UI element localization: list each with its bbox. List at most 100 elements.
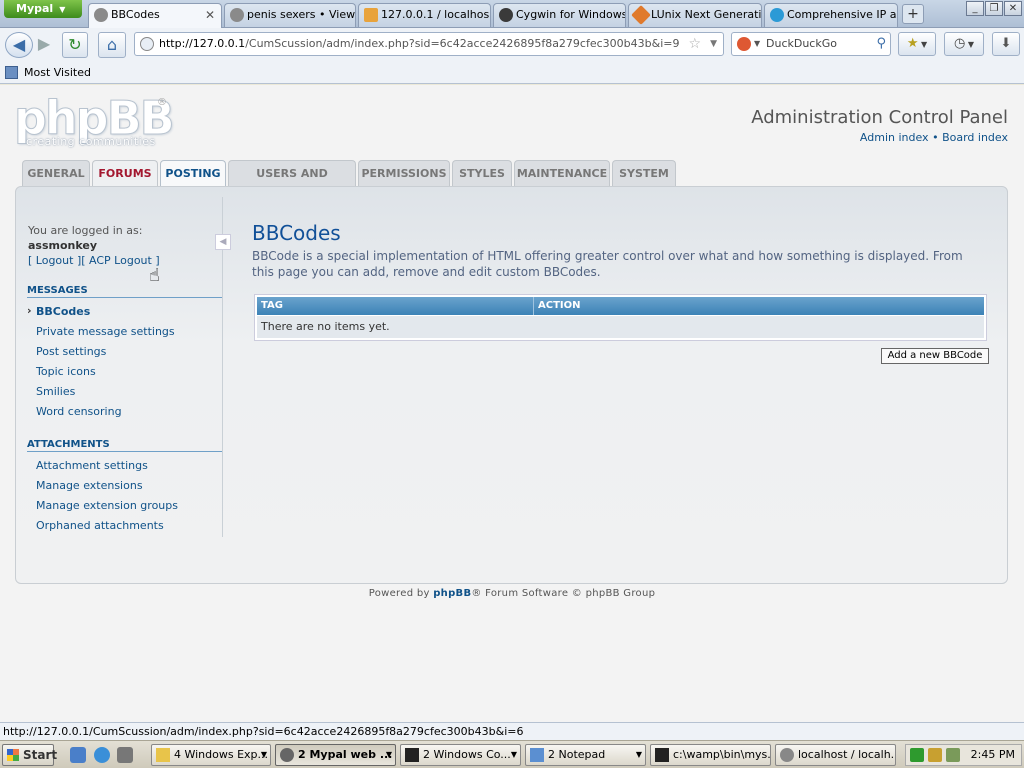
sidebar-item-manage-extensions[interactable]: Manage extensions	[36, 479, 143, 492]
browser-tab-bbcodes[interactable]: BBCodes ✕	[88, 3, 222, 28]
notepad-icon	[530, 748, 544, 762]
link-separator: •	[932, 131, 939, 144]
logout-link[interactable]: [ Logout ]	[28, 254, 81, 267]
taskbar-item-notepad[interactable]: 2 Notepad ▼	[525, 744, 646, 766]
task-label: 2 Notepad	[548, 748, 606, 761]
task-label: 2 Windows Co...	[423, 748, 511, 761]
start-button[interactable]: Start	[2, 744, 57, 766]
clock-icon: ◷	[953, 36, 966, 51]
back-button[interactable]: ◀	[5, 32, 33, 58]
chevron-down-icon[interactable]: ▼	[754, 33, 760, 55]
chevron-down-icon: ▼	[260, 750, 267, 759]
restore-icon[interactable]: ❐	[985, 1, 1003, 16]
taskbar-item-mysql-console[interactable]: c:\wamp\bin\mys...	[650, 744, 771, 766]
column-header-action: ACTION	[533, 297, 581, 315]
chevron-down-icon: ▼	[965, 40, 975, 49]
sidebar-item-private-message-settings[interactable]: Private message settings	[36, 325, 175, 338]
tab-maintenance[interactable]: MAINTENANCE	[514, 160, 610, 186]
browser-tab-label: BBCodes	[111, 8, 160, 21]
history-button[interactable]: ◷ ▼	[944, 32, 984, 56]
bookmarks-menu-button[interactable]: ★ ▼	[898, 32, 936, 56]
chevron-down-icon: ▼	[385, 750, 392, 759]
url-bar[interactable]: http://127.0.0.1/CumScussion/adm/index.p…	[134, 32, 724, 56]
chevron-down-icon: ▼	[510, 750, 517, 759]
search-icon[interactable]: ⚲	[876, 33, 886, 55]
taskbar-item-mypal[interactable]: 2 Mypal web ... ▼	[275, 744, 396, 766]
globe-icon	[94, 8, 108, 22]
bbcodes-table: TAG ACTION There are no items yet.	[254, 294, 987, 341]
globe-icon	[230, 8, 244, 22]
tab-forums[interactable]: FORUMS	[92, 160, 158, 186]
column-header-tag: TAG	[261, 300, 283, 311]
page-title: BBCodes	[252, 221, 341, 245]
search-placeholder: DuckDuckGo	[766, 37, 837, 50]
collapse-sidebar-icon[interactable]: ◀	[215, 234, 231, 250]
minimize-icon[interactable]: _	[966, 1, 984, 16]
table-empty-row: There are no items yet.	[257, 316, 984, 338]
bookmark-star-icon: ★	[906, 36, 919, 51]
chevron-down-icon[interactable]: ▼	[710, 33, 717, 55]
clock: 2:45 PM	[970, 748, 1015, 761]
tray-app-icon[interactable]	[910, 748, 924, 762]
mypal-icon	[280, 748, 294, 762]
task-label: 4 Windows Exp...	[174, 748, 269, 761]
reload-button[interactable]: ↻	[62, 32, 88, 58]
app-menu-button[interactable]: Mypal ▼	[4, 0, 82, 18]
browser-tab[interactable]: LUnix Next Generati...	[628, 3, 762, 27]
taskbar-item-windows-console[interactable]: 2 Windows Co... ▼	[400, 744, 521, 766]
home-button[interactable]: ⌂	[98, 32, 126, 58]
bookmark-star-icon[interactable]: ☆	[688, 33, 701, 55]
tray-volume-icon[interactable]	[946, 748, 960, 762]
sidebar-item-bbcodes[interactable]: BBCodes	[27, 304, 90, 318]
sidebar-item-manage-extension-groups[interactable]: Manage extension groups	[36, 499, 178, 512]
forward-button[interactable]: ▶	[35, 32, 53, 58]
downloads-button[interactable]: ⬇	[992, 32, 1020, 56]
bookmark-folder-icon	[5, 66, 18, 79]
phpbb-logo[interactable]: phpBB ® creating communities	[14, 95, 176, 151]
taskbar-item-windows-explorer[interactable]: 4 Windows Exp... ▼	[151, 744, 271, 766]
board-index-link[interactable]: Board index	[942, 131, 1008, 144]
console-icon	[655, 748, 669, 762]
tab-general[interactable]: GENERAL	[22, 160, 90, 186]
tab-posting[interactable]: POSTING	[160, 160, 226, 187]
page-content: phpBB ® creating communities Administrat…	[0, 85, 1024, 722]
chevron-down-icon: ▼	[635, 750, 642, 759]
sidebar-item-orphaned-attachments[interactable]: Orphaned attachments	[36, 519, 164, 532]
browser-tab-label: LUnix Next Generati...	[651, 8, 762, 21]
acp-panel: You are logged in as: assmonkey [ Logout…	[15, 186, 1008, 584]
quicklaunch-explorer-icon[interactable]	[70, 747, 86, 763]
sidebar-item-topic-icons[interactable]: Topic icons	[36, 365, 96, 378]
browser-tab[interactable]: penis sexers • View ...	[224, 3, 356, 27]
sidebar-item-post-settings[interactable]: Post settings	[36, 345, 106, 358]
task-label: c:\wamp\bin\mys...	[673, 748, 771, 761]
search-bar[interactable]: ▼ DuckDuckGo ⚲	[731, 32, 891, 56]
quicklaunch-ie-icon[interactable]	[94, 747, 110, 763]
acp-logout-link[interactable]: [ ACP Logout ]	[81, 254, 159, 267]
browser-tab[interactable]: Cygwin for Windows...	[493, 3, 626, 27]
sidebar-item-attachment-settings[interactable]: Attachment settings	[36, 459, 148, 472]
new-tab-button[interactable]: +	[902, 4, 924, 24]
tab-styles[interactable]: STYLES	[452, 160, 512, 186]
tab-users-and-groups[interactable]: USERS AND GROUPS	[228, 160, 356, 206]
menu-heading-attachments: ATTACHMENTS	[27, 439, 222, 452]
sidebar-item-smilies[interactable]: Smilies	[36, 385, 75, 398]
tab-system[interactable]: SYSTEM	[612, 160, 676, 186]
bookmark-most-visited[interactable]: Most Visited	[24, 66, 91, 79]
home-icon: ⌂	[106, 35, 118, 54]
add-bbcode-button[interactable]: Add a new BBCode	[881, 348, 989, 364]
close-window-icon[interactable]: ✕	[1004, 1, 1022, 16]
arrow-left-icon: ◀	[12, 35, 26, 54]
admin-index-link[interactable]: Admin index	[860, 131, 929, 144]
taskbar-item-localhost[interactable]: localhost / localh...	[775, 744, 896, 766]
browser-tab[interactable]: 127.0.0.1 / localhos...	[358, 3, 491, 27]
tab-permissions[interactable]: PERMISSIONS	[358, 160, 450, 186]
browser-tab[interactable]: Comprehensive IP a...	[764, 3, 898, 27]
status-bar: http://127.0.0.1/CumScussion/adm/index.p…	[0, 722, 1024, 740]
close-tab-icon[interactable]: ✕	[205, 4, 215, 26]
quicklaunch-mypal-icon[interactable]	[117, 747, 133, 763]
tray-network-icon[interactable]	[928, 748, 942, 762]
phpbb-link[interactable]: phpBB	[433, 588, 471, 599]
download-icon: ⬇	[1000, 36, 1012, 51]
sidebar-item-word-censoring[interactable]: Word censoring	[36, 405, 122, 418]
navigation-toolbar: ◀ ▶ ↻ ⌂ http://127.0.0.1/CumScussion/adm…	[0, 28, 1024, 62]
